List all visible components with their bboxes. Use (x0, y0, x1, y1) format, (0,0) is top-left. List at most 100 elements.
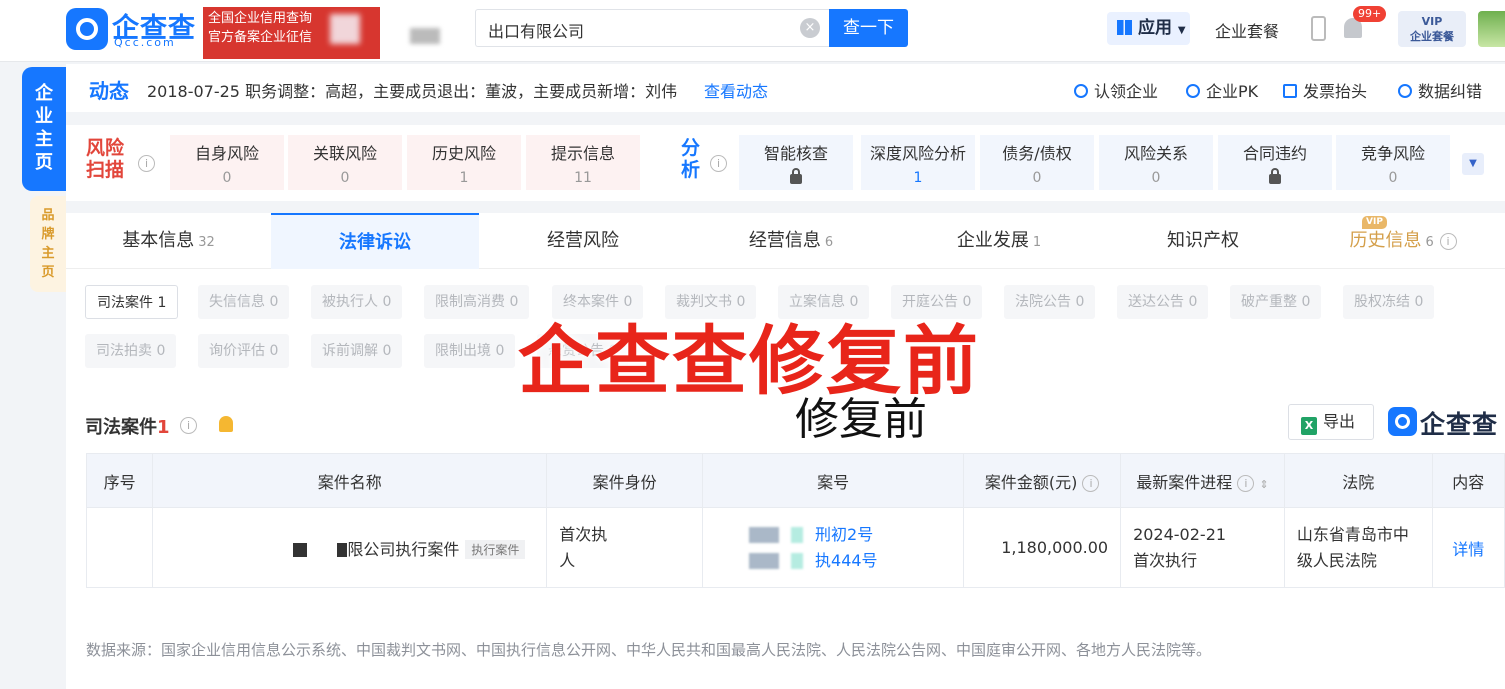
lock-icon (790, 168, 802, 184)
tab-history[interactable]: 历史信息 6 i (1303, 213, 1503, 269)
enterprise-suite-link[interactable]: 企业套餐 (1215, 18, 1279, 42)
qcc-logo-icon (1388, 407, 1417, 436)
chevron-down-icon[interactable]: ▼ (1462, 153, 1484, 175)
detail-link[interactable]: 详情 (1452, 540, 1484, 559)
analysis-contract-breach[interactable]: 合同违约 (1218, 135, 1332, 190)
info-icon[interactable]: i (1439, 232, 1457, 250)
analysis-value: 0 (1032, 170, 1042, 186)
role-line-1: 首次执 (559, 524, 608, 544)
court-line-2: 级人民法院 (1296, 550, 1377, 570)
redacted-block (791, 527, 804, 543)
col-progress: 最新案件进程 i ⇕ (1120, 453, 1285, 508)
dynamic-title: 动态 (89, 79, 129, 103)
redacted-block (749, 527, 780, 543)
chip-court-notice[interactable]: 法院公告 0 (1004, 285, 1096, 319)
analysis-name: 深度风险分析 (869, 144, 966, 163)
info-icon[interactable]: i (138, 155, 155, 172)
chip-equity-freeze[interactable]: 股权冻结 0 (1343, 285, 1435, 319)
app-menu-button[interactable]: 应用 ▼ (1107, 12, 1190, 45)
grid-icon (1117, 20, 1132, 35)
case-name-text[interactable]: 限公司执行案件 (347, 540, 459, 559)
avatar[interactable] (1478, 11, 1505, 47)
redacted-block (337, 543, 348, 557)
clear-icon[interactable]: × (800, 18, 820, 38)
tab-development[interactable]: 企业发展 1 (895, 213, 1103, 269)
analysis-name: 债务/债权 (1002, 144, 1072, 163)
chip-exit-restriction[interactable]: 限制出境 0 (424, 334, 516, 368)
risk-name: 关联风险 (312, 144, 377, 163)
case-number-link[interactable]: 执444号 (815, 551, 878, 570)
mobile-icon[interactable] (1311, 16, 1326, 41)
tab-label: 经营信息 (748, 230, 821, 251)
analysis-debt[interactable]: 债务/债权 0 (980, 135, 1094, 190)
risk-self[interactable]: 自身风险 0 (170, 135, 284, 190)
risk-value: 0 (340, 170, 350, 186)
invoice-header-button[interactable]: 发票抬头 (1283, 78, 1367, 102)
risk-related[interactable]: 关联风险 0 (288, 135, 402, 190)
info-icon[interactable]: i (180, 417, 197, 434)
chip-auction[interactable]: 司法拍卖 0 (85, 334, 177, 368)
risk-name: 历史风险 (431, 144, 496, 163)
judicial-cases-section: 司法案件1 i X 导出 企查查 序号 案件名称 案件身份 案号 案件金额(元) … (66, 389, 1505, 689)
tab-ip[interactable]: 知识产权 (1103, 213, 1303, 269)
redacted-block (330, 14, 360, 44)
analysis-value: 0 (1151, 170, 1161, 186)
chip-bankruptcy[interactable]: 破产重整 0 (1230, 285, 1322, 319)
cell-index (85, 507, 154, 588)
tab-label: 法律诉讼 (339, 232, 411, 253)
company-pk-button[interactable]: 企业PK (1186, 78, 1258, 102)
invoice-icon (1283, 84, 1297, 98)
side-tab-company-home[interactable]: 企业主页 (22, 67, 66, 191)
claim-company-button[interactable]: 认领企业 (1074, 78, 1158, 102)
chip-executed[interactable]: 被执行人 0 (311, 285, 403, 319)
info-icon[interactable]: i (710, 155, 727, 172)
data-source-note: 数据来源：国家企业信用信息公示系统、中国裁判文书网、中国执行信息公开网、中华人民… (86, 641, 1212, 659)
side-tab-brand-home[interactable]: 品牌主页 (30, 196, 66, 292)
analysis-smart-check[interactable]: 智能核查 (739, 135, 853, 190)
analysis-label: 分析 (681, 137, 701, 181)
info-icon[interactable]: i (1082, 474, 1100, 492)
col-content: 内容 (1431, 453, 1505, 508)
risk-tips[interactable]: 提示信息 11 (526, 135, 640, 190)
tab-legal[interactable]: 法律诉讼 (271, 213, 479, 269)
dynamic-bar: 动态 2018-07-25 职务调整：高超，主要成员退出：董波，主要成员新增：刘… (66, 64, 1505, 112)
section-title-text: 司法案件 (85, 417, 157, 438)
search-button[interactable]: 查一下 (829, 9, 908, 47)
analysis-risk-relation[interactable]: 风险关系 0 (1099, 135, 1213, 190)
chip-dishonest[interactable]: 失信信息 0 (198, 285, 290, 319)
tab-operating-info[interactable]: 经营信息 6 (687, 213, 895, 269)
cell-court: 山东省青岛市中 级人民法院 (1283, 507, 1433, 588)
sort-icon[interactable]: ⇕ (1259, 478, 1268, 491)
risk-history[interactable]: 历史风险 1 (407, 135, 521, 190)
tab-basic-info[interactable]: 基本信息 32 (66, 213, 271, 269)
redacted-block (791, 553, 804, 569)
vip-suite-button[interactable]: VIP 企业套餐 (1398, 11, 1466, 47)
data-correction-button[interactable]: 数据纠错 (1398, 78, 1482, 102)
side-tab-label: 品牌主页 (41, 208, 55, 280)
chip-mediation[interactable]: 诉前调解 0 (311, 334, 403, 368)
table-row: 限公司执行案件 执行案件 首次执人 刑初2号 执444号 1,180,000.00… (85, 507, 1505, 588)
tab-count: 32 (198, 235, 215, 250)
case-type-tag: 执行案件 (465, 539, 526, 559)
analysis-competition[interactable]: 竞争风险 0 (1336, 135, 1450, 190)
chip-service-notice[interactable]: 送达公告 0 (1117, 285, 1209, 319)
section-title: 司法案件1 (85, 413, 170, 439)
table-header-row: 序号 案件名称 案件身份 案号 案件金额(元) i 最新案件进程 i ⇕ 法院 … (85, 453, 1505, 508)
chip-consumption-limit[interactable]: 限制高消费 0 (424, 285, 530, 319)
qcc-logo-icon[interactable] (66, 8, 108, 50)
analysis-deep-risk[interactable]: 深度风险分析 1 (861, 135, 975, 190)
caret-down-icon: ▼ (1177, 25, 1186, 36)
view-dynamic-link[interactable]: 查看动态 (704, 78, 768, 102)
cell-content: 详情 (1431, 507, 1505, 588)
bell-icon[interactable] (219, 416, 233, 432)
case-number-link[interactable]: 刑初2号 (815, 525, 873, 544)
vip-label: VIP (1421, 15, 1443, 28)
chip-appraisal[interactable]: 询价评估 0 (198, 334, 290, 368)
info-icon[interactable]: i (1237, 474, 1255, 492)
tab-operating-risk[interactable]: 经营风险 (479, 213, 687, 269)
search-input[interactable]: 出口有限公司 (475, 9, 829, 47)
chip-judicial-cases[interactable]: 司法案件 1 (85, 285, 179, 319)
redacted-block (410, 28, 440, 44)
col-role: 案件身份 (546, 453, 704, 508)
export-button[interactable]: X 导出 (1288, 404, 1374, 440)
